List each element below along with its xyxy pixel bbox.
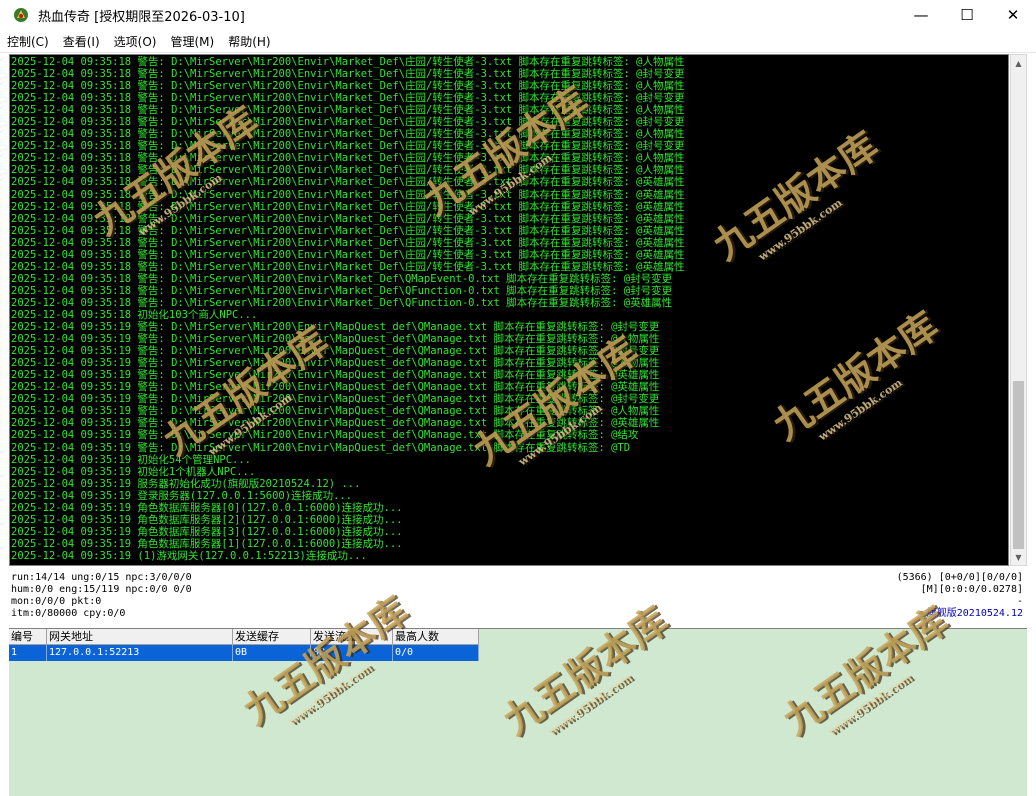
log-line: 2025-12-04 09:35:18 警告: D:\MirServer\Mir…: [11, 272, 673, 285]
log-line: 2025-12-04 09:35:19 警告: D:\MirServer\Mir…: [11, 417, 660, 430]
status-run: run:14/14 ung:0/15 npc:3/0/0/0: [11, 572, 192, 583]
status-right: (5366) [0+0/0][0/0/0] [M][0:0:0/0.0278] …: [897, 572, 1023, 620]
col-max-users[interactable]: 最高人数: [393, 629, 479, 645]
log-line: 2025-12-04 09:35:19 警告: D:\MirServer\Mir…: [11, 357, 660, 370]
menu-view[interactable]: 查看(I): [56, 33, 107, 50]
log-line: 2025-12-04 09:35:18 警告: D:\MirServer\Mir…: [11, 56, 685, 68]
minimize-button[interactable]: —: [898, 0, 944, 30]
log-line: 2025-12-04 09:35:18 警告: D:\MirServer\Mir…: [11, 68, 685, 81]
log-line: 2025-12-04 09:35:18 警告: D:\MirServer\Mir…: [11, 80, 685, 93]
log-line: 2025-12-04 09:35:19 角色数据库服务器[0](127.0.0.…: [11, 501, 403, 514]
log-line: 2025-12-04 09:35:19 角色数据库服务器[2](127.0.0.…: [11, 513, 403, 526]
cell-send-buffer: 0B: [233, 645, 311, 661]
log-line: 2025-12-04 09:35:18 警告: D:\MirServer\Mir…: [11, 92, 685, 105]
status-hum: hum:0/0 eng:15/119 npc:0/0 0/0: [11, 584, 192, 595]
log-line: 2025-12-04 09:35:18 警告: D:\MirServer\Mir…: [11, 176, 685, 189]
log-line: 2025-12-04 09:35:19 警告: D:\MirServer\Mir…: [11, 429, 639, 442]
app-icon: [12, 6, 30, 24]
log-line: 2025-12-04 09:35:18 警告: D:\MirServer\Mir…: [11, 116, 685, 129]
status-panel: run:14/14 ung:0/15 npc:3/0/0/0 hum:0/0 e…: [9, 570, 1027, 628]
maximize-button[interactable]: ☐: [944, 0, 990, 30]
close-button[interactable]: ✕: [990, 0, 1036, 30]
scroll-down-icon[interactable]: ▼: [1011, 549, 1026, 565]
log-line: 2025-12-04 09:35:19 警告: D:\MirServer\Mir…: [11, 369, 660, 382]
col-gateway-address[interactable]: 网关地址: [47, 629, 233, 645]
log-line: 2025-12-04 09:35:18 警告: D:\MirServer\Mir…: [11, 128, 685, 141]
log-line: 2025-12-04 09:35:19 警告: D:\MirServer\Mir…: [11, 345, 660, 358]
log-line: 2025-12-04 09:35:18 警告: D:\MirServer\Mir…: [11, 152, 685, 165]
log-scrollbar[interactable]: ▲ ▼: [1010, 54, 1027, 566]
log-line: 2025-12-04 09:35:18 警告: D:\MirServer\Mir…: [11, 296, 673, 309]
log-line: 2025-12-04 09:35:18 警告: D:\MirServer\Mir…: [11, 188, 685, 201]
status-mon: mon:0/0/0 pkt:0: [11, 596, 102, 607]
log-line: 2025-12-04 09:35:18 警告: D:\MirServer\Mir…: [11, 236, 685, 249]
cell-gateway-address: 127.0.0.1:52213: [47, 645, 233, 661]
log-line: 2025-12-04 09:35:18 警告: D:\MirServer\Mir…: [11, 224, 685, 237]
status-counters: (5366) [0+0/0][0/0/0]: [896, 572, 1023, 583]
log-line: 2025-12-04 09:35:19 服务器初始化成功(旗舰版20210524…: [11, 477, 361, 490]
log-line: 2025-12-04 09:35:19 警告: D:\MirServer\Mir…: [11, 321, 660, 334]
scroll-up-icon[interactable]: ▲: [1011, 55, 1026, 71]
log-line: 2025-12-04 09:35:18 警告: D:\MirServer\Mir…: [11, 248, 685, 261]
menu-manage[interactable]: 管理(M): [163, 33, 221, 50]
cell-send-traffic: 0B: [311, 645, 393, 661]
title-bar[interactable]: 热血传奇 [授权期限至2026-03-10] — ☐ ✕: [0, 0, 1036, 30]
status-memory: [M][0:0:0/0.0278]: [920, 584, 1023, 595]
table-row[interactable]: 1 127.0.0.1:52213 0B 0B 0/0: [9, 645, 1027, 661]
scroll-thumb[interactable]: [1013, 381, 1024, 549]
col-send-traffic[interactable]: 发送流量: [311, 629, 393, 645]
log-line: 2025-12-04 09:35:18 警告: D:\MirServer\Mir…: [11, 284, 673, 297]
menu-options[interactable]: 选项(O): [107, 33, 164, 50]
minimize-icon: —: [913, 6, 929, 24]
log-line: 2025-12-04 09:35:19 (1)游戏网关(127.0.0.1:52…: [11, 549, 367, 562]
log-line: 2025-12-04 09:35:19 角色数据库服务器[3](127.0.0.…: [11, 525, 403, 538]
log-line: 2025-12-04 09:35:18 警告: D:\MirServer\Mir…: [11, 212, 685, 225]
log-line: 2025-12-04 09:35:18 警告: D:\MirServer\Mir…: [11, 164, 685, 177]
log-line: 2025-12-04 09:35:19 警告: D:\MirServer\Mir…: [11, 441, 631, 454]
cell-id: 1: [9, 645, 47, 661]
grid-header: 编号 网关地址 发送缓存 发送流量 最高人数: [9, 629, 1027, 645]
log-line: 2025-12-04 09:35:18 初始化103个商人NPC...: [11, 308, 258, 321]
log-line: 2025-12-04 09:35:19 角色数据库服务器[1](127.0.0.…: [11, 537, 403, 550]
log-line: 2025-12-04 09:35:19 警告: D:\MirServer\Mir…: [11, 333, 660, 346]
menu-help[interactable]: 帮助(H): [221, 33, 277, 50]
log-line: 2025-12-04 09:35:18 警告: D:\MirServer\Mir…: [11, 200, 685, 213]
col-send-buffer[interactable]: 发送缓存: [233, 629, 311, 645]
server-log[interactable]: 2025-12-04 09:35:18 警告: D:\MirServer\Mir…: [9, 54, 1009, 566]
log-line: 2025-12-04 09:35:18 警告: D:\MirServer\Mir…: [11, 140, 685, 153]
gateway-grid[interactable]: 编号 网关地址 发送缓存 发送流量 最高人数 1 127.0.0.1:52213…: [9, 628, 1027, 796]
col-id[interactable]: 编号: [9, 629, 47, 645]
menu-bar: 控制(C) 查看(I) 选项(O) 管理(M) 帮助(H): [0, 30, 1036, 53]
log-line: 2025-12-04 09:35:19 初始化1个机器人NPC...: [11, 465, 256, 478]
window-title: 热血传奇 [授权期限至2026-03-10]: [38, 9, 245, 25]
log-line: 2025-12-04 09:35:19 登录服务器(127.0.0.1:5600…: [11, 489, 353, 502]
log-line: 2025-12-04 09:35:18 警告: D:\MirServer\Mir…: [11, 260, 685, 273]
log-line: 2025-12-04 09:35:18 警告: D:\MirServer\Mir…: [11, 104, 685, 117]
cell-max-users: 0/0: [393, 645, 479, 661]
window-right-edge: [1027, 54, 1036, 795]
close-icon: ✕: [1006, 6, 1020, 24]
log-line: 2025-12-04 09:35:19 警告: D:\MirServer\Mir…: [11, 381, 660, 394]
status-itm: itm:0/80000 cpy:0/0: [11, 608, 126, 619]
log-line: 2025-12-04 09:35:19 初始化54个管理NPC...: [11, 453, 252, 466]
menu-control[interactable]: 控制(C): [0, 33, 56, 50]
log-line: 2025-12-04 09:35:19 警告: D:\MirServer\Mir…: [11, 393, 660, 406]
maximize-icon: ☐: [960, 6, 974, 24]
status-dash: -: [1016, 596, 1023, 607]
status-edition: 旗舰版20210524.12: [926, 608, 1023, 619]
log-line: 2025-12-04 09:35:19 警告: D:\MirServer\Mir…: [11, 405, 660, 418]
status-left: run:14/14 ung:0/15 npc:3/0/0/0 hum:0/0 e…: [11, 572, 192, 620]
